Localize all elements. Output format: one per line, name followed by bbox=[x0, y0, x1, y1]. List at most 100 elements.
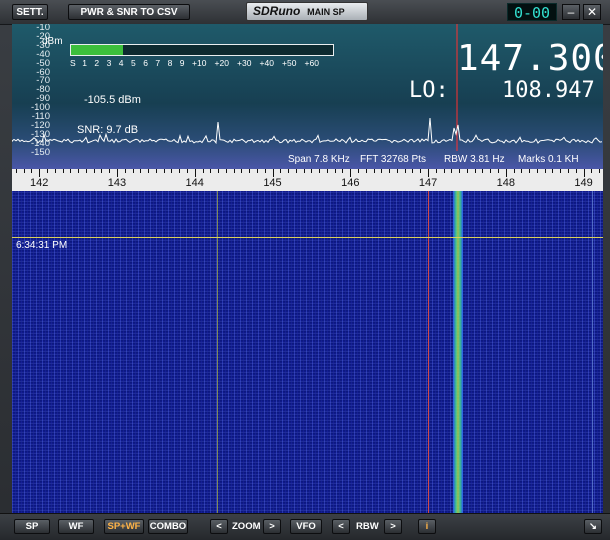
axis-tick bbox=[552, 169, 554, 173]
axis-tick bbox=[599, 169, 601, 173]
axis-tick bbox=[23, 169, 25, 173]
wf-button[interactable]: WF bbox=[58, 519, 94, 534]
title-bar: SETT. PWR & SNR TO CSV SDRuno MAIN SP 0-… bbox=[0, 0, 610, 25]
axis-tick bbox=[521, 169, 523, 173]
axis-tick bbox=[155, 169, 157, 173]
waterfall-signal-band bbox=[453, 191, 463, 513]
axis-tick-label: 145 bbox=[263, 177, 282, 189]
axis-tick bbox=[303, 169, 305, 173]
window-name: MAIN SP bbox=[307, 7, 345, 17]
waterfall-carrier-line bbox=[217, 191, 218, 513]
axis-tick bbox=[544, 169, 546, 173]
axis-tick bbox=[583, 169, 585, 177]
axis-tick bbox=[202, 169, 204, 173]
combo-button[interactable]: COMBO bbox=[148, 519, 188, 534]
info-button[interactable]: i bbox=[418, 519, 436, 534]
resize-grip-icon[interactable]: ↘ bbox=[584, 519, 602, 534]
axis-tick bbox=[334, 169, 336, 173]
minimize-button[interactable]: – bbox=[562, 4, 580, 20]
axis-tick bbox=[93, 169, 95, 173]
waterfall-display[interactable]: 6:34:31 PM bbox=[12, 191, 603, 513]
axis-tick bbox=[132, 169, 134, 173]
rbw-decrease-button[interactable]: < bbox=[332, 519, 350, 534]
zoom-label: ZOOM bbox=[232, 521, 261, 532]
zoom-in-button[interactable]: > bbox=[263, 519, 281, 534]
axis-tick bbox=[311, 169, 313, 173]
axis-tick bbox=[233, 169, 235, 173]
axis-tick bbox=[288, 169, 290, 173]
waterfall-timestamp: 6:34:31 PM bbox=[16, 240, 68, 251]
axis-tick bbox=[109, 169, 111, 173]
vfo-button[interactable]: VFO bbox=[290, 519, 322, 534]
axis-tick bbox=[85, 169, 87, 173]
axis-tick bbox=[466, 169, 468, 173]
sp-button[interactable]: SP bbox=[14, 519, 50, 534]
axis-tick bbox=[124, 169, 126, 173]
sp-wf-button[interactable]: SP+WF bbox=[104, 519, 144, 534]
bottom-toolbar: SP WF SP+WF COMBO < ZOOM > VFO < RBW > i… bbox=[0, 513, 610, 540]
axis-tick bbox=[179, 169, 181, 173]
axis-tick-label: 143 bbox=[107, 177, 127, 189]
axis-tick bbox=[451, 169, 453, 173]
axis-tick bbox=[529, 169, 531, 173]
axis-tick bbox=[78, 169, 80, 173]
axis-tick bbox=[513, 169, 515, 173]
axis-tick-label: 144 bbox=[185, 177, 204, 189]
axis-tick bbox=[225, 169, 227, 173]
axis-tick bbox=[70, 169, 72, 173]
axis-tick bbox=[326, 169, 328, 173]
close-button[interactable]: ✕ bbox=[583, 4, 601, 20]
axis-tick bbox=[186, 169, 188, 173]
rbw-label: RBW bbox=[356, 521, 379, 532]
waterfall-noise bbox=[12, 191, 603, 513]
axis-tick-label: 147 bbox=[418, 177, 438, 189]
axis-tick-label: 148 bbox=[496, 177, 515, 189]
waterfall-time-marker bbox=[12, 237, 603, 238]
axis-tick bbox=[116, 169, 118, 177]
clock-display: 0-00 bbox=[507, 3, 557, 22]
axis-tick bbox=[474, 169, 476, 173]
axis-tick bbox=[350, 169, 352, 177]
axis-tick bbox=[482, 169, 484, 173]
rbw-increase-button[interactable]: > bbox=[384, 519, 402, 534]
spectrum-panel[interactable]: -10 -20 -30 -40 -50 -60 -70 -80 -90 -100 -110 -120-… bbox=[12, 24, 603, 169]
axis-tick bbox=[396, 169, 398, 173]
frequency-axis[interactable]: 142 143 144 145 146 147 148 149 bbox=[12, 169, 603, 192]
axis-tick bbox=[365, 169, 367, 173]
axis-tick bbox=[342, 169, 344, 173]
sdruno-logo: SDRuno MAIN SP bbox=[246, 2, 368, 21]
axis-tick bbox=[256, 169, 258, 173]
axis-tick bbox=[31, 169, 33, 173]
axis-tick bbox=[148, 169, 150, 173]
axis-tick bbox=[373, 169, 375, 173]
axis-tick bbox=[272, 169, 274, 177]
axis-tick bbox=[264, 169, 266, 173]
sdruno-main-window: SETT. PWR & SNR TO CSV SDRuno MAIN SP 0-… bbox=[0, 0, 610, 540]
axis-tick bbox=[319, 169, 321, 173]
axis-tick bbox=[575, 169, 577, 173]
axis-tick bbox=[443, 169, 445, 173]
axis-tick bbox=[210, 169, 212, 173]
settings-button[interactable]: SETT. bbox=[12, 4, 48, 20]
axis-tick-label: 146 bbox=[341, 177, 360, 189]
axis-tick bbox=[241, 169, 243, 173]
axis-tick bbox=[459, 169, 461, 173]
waterfall-edge-line bbox=[592, 191, 593, 513]
axis-tick bbox=[39, 169, 41, 177]
axis-tick bbox=[404, 169, 406, 173]
span-readout: Span 7.8 KHz bbox=[288, 154, 350, 165]
waterfall-vfo-line bbox=[428, 191, 429, 513]
zoom-out-button[interactable]: < bbox=[210, 519, 228, 534]
axis-tick bbox=[46, 169, 48, 173]
axis-tick bbox=[389, 169, 391, 173]
axis-tick bbox=[490, 169, 492, 173]
axis-tick bbox=[54, 169, 56, 173]
axis-tick bbox=[505, 169, 507, 177]
fft-readout: FFT 32768 Pts bbox=[360, 154, 426, 165]
axis-tick bbox=[428, 169, 430, 177]
pwr-snr-csv-button[interactable]: PWR & SNR TO CSV bbox=[68, 4, 190, 20]
axis-tick bbox=[358, 169, 360, 173]
axis-tick bbox=[560, 169, 562, 173]
axis-tick bbox=[101, 169, 103, 173]
rbw-readout: RBW 3.81 Hz bbox=[444, 154, 505, 165]
